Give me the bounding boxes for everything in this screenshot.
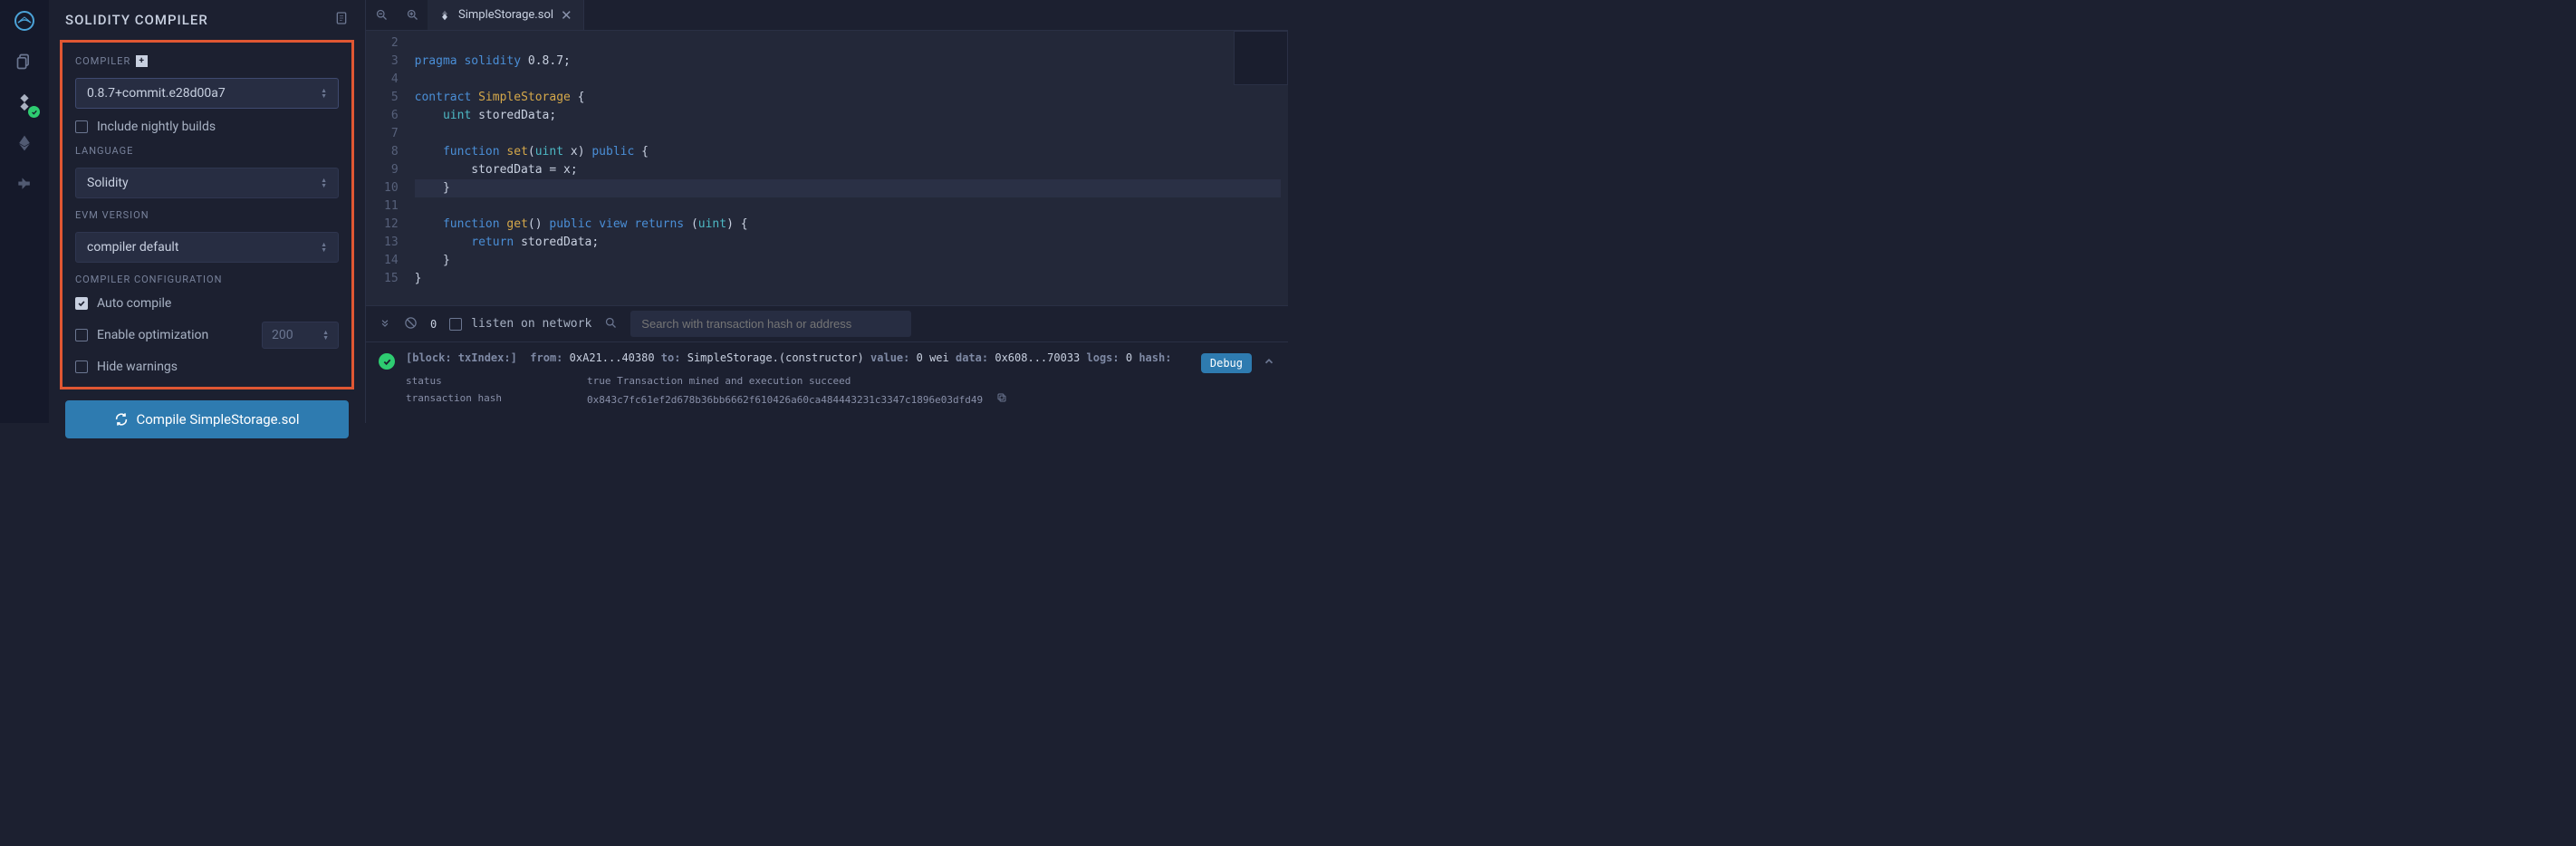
status-value: true Transaction mined and execution suc… <box>587 375 1190 387</box>
refresh-icon <box>114 412 129 427</box>
panel-body-highlighted: COMPILER + 0.8.7+commit.e28d00a7 ▲▼ Incl… <box>60 40 354 389</box>
optimization-runs-input[interactable]: 200 ▲▼ <box>262 322 339 349</box>
listen-network-row[interactable]: listen on network <box>449 317 591 331</box>
optimization-row[interactable]: Enable optimization <box>75 328 208 342</box>
hidewarnings-label: Hide warnings <box>97 360 178 374</box>
clear-icon[interactable] <box>404 316 418 332</box>
search-input[interactable] <box>630 311 911 337</box>
code-content[interactable]: pragma solidity 0.8.7; contract SimpleSt… <box>408 31 1288 305</box>
optimization-runs-value: 200 <box>272 328 293 342</box>
tab-file-name: SimpleStorage.sol <box>458 8 553 22</box>
spinner-icon: ▲▼ <box>321 242 327 253</box>
panel-title: SOLIDITY COMPILER <box>65 12 208 28</box>
debug-button[interactable]: Debug <box>1201 353 1252 373</box>
solidity-file-icon <box>438 9 451 22</box>
autocompile-label: Auto compile <box>97 296 171 311</box>
chevron-up-icon[interactable] <box>1263 355 1275 370</box>
compile-button[interactable]: Compile SimpleStorage.sol <box>65 400 349 438</box>
log-details: status true Transaction mined and execut… <box>406 375 1190 406</box>
close-icon[interactable]: ✕ <box>561 7 572 24</box>
compiler-select[interactable]: 0.8.7+commit.e28d00a7 ▲▼ <box>75 78 339 109</box>
terminal: 0 listen on network [block: txIndex:] fr… <box>366 305 1288 423</box>
icon-bar <box>0 0 49 423</box>
add-compiler-icon[interactable]: + <box>136 55 148 67</box>
autocompile-checkbox[interactable] <box>75 297 88 310</box>
log-line: [block: txIndex:] from: 0xA21...40380 to… <box>406 351 1190 364</box>
terminal-log: [block: txIndex:] from: 0xA21...40380 to… <box>366 342 1288 423</box>
hidewarnings-checkbox[interactable] <box>75 361 88 373</box>
tab-file[interactable]: SimpleStorage.sol ✕ <box>428 0 584 30</box>
listen-label: listen on network <box>471 317 591 331</box>
line-gutter: 23456789101112131415 <box>366 31 408 305</box>
doc-icon[interactable] <box>334 11 349 29</box>
evm-value: compiler default <box>87 240 178 255</box>
spinner-icon: ▲▼ <box>321 178 327 188</box>
autocompile-row[interactable]: Auto compile <box>75 296 339 311</box>
plugins-icon[interactable] <box>11 170 38 197</box>
files-icon[interactable] <box>11 48 38 75</box>
txhash-label: transaction hash <box>406 392 587 406</box>
config-label: COMPILER CONFIGURATION <box>75 274 339 285</box>
chevron-down-icon[interactable] <box>379 316 391 332</box>
zoom-out-icon[interactable] <box>366 0 397 30</box>
listen-checkbox[interactable] <box>449 318 462 331</box>
tab-bar: SimpleStorage.sol ✕ <box>366 0 1288 31</box>
optimization-checkbox[interactable] <box>75 329 88 341</box>
status-label: status <box>406 375 587 387</box>
spinner-icon: ▲▼ <box>321 88 327 99</box>
pending-count: 0 <box>430 318 437 331</box>
copy-icon[interactable] <box>996 394 1007 406</box>
hidewarnings-row[interactable]: Hide warnings <box>75 360 339 374</box>
compiler-label: COMPILER <box>75 55 130 67</box>
nightly-checkbox-row[interactable]: Include nightly builds <box>75 120 339 134</box>
compiler-icon[interactable] <box>11 89 38 116</box>
success-badge <box>28 106 40 118</box>
home-icon[interactable] <box>11 7 38 34</box>
nightly-checkbox[interactable] <box>75 120 88 133</box>
nightly-label: Include nightly builds <box>97 120 216 134</box>
compiler-panel: SOLIDITY COMPILER COMPILER + 0.8.7+commi… <box>49 0 366 423</box>
txhash-value: 0x843c7fc61ef2d678b36bb6662f610426a60ca4… <box>587 394 983 406</box>
language-value: Solidity <box>87 176 129 190</box>
terminal-bar: 0 listen on network <box>366 306 1288 342</box>
success-icon <box>379 353 395 370</box>
language-label: LANGUAGE <box>75 145 339 157</box>
deploy-icon[interactable] <box>11 130 38 157</box>
editor-area: SimpleStorage.sol ✕ 23456789101112131415… <box>366 0 1288 423</box>
evm-label: EVM VERSION <box>75 209 339 221</box>
minimap[interactable] <box>1234 31 1288 85</box>
code-editor[interactable]: 23456789101112131415 pragma solidity 0.8… <box>366 31 1288 305</box>
language-select[interactable]: Solidity ▲▼ <box>75 168 339 198</box>
compiler-value: 0.8.7+commit.e28d00a7 <box>87 86 226 101</box>
compile-button-label: Compile SimpleStorage.sol <box>136 411 299 428</box>
zoom-in-icon[interactable] <box>397 0 428 30</box>
search-icon[interactable] <box>604 316 618 332</box>
optimization-label: Enable optimization <box>97 328 208 342</box>
evm-select[interactable]: compiler default ▲▼ <box>75 232 339 263</box>
spinner-icon: ▲▼ <box>322 330 329 341</box>
